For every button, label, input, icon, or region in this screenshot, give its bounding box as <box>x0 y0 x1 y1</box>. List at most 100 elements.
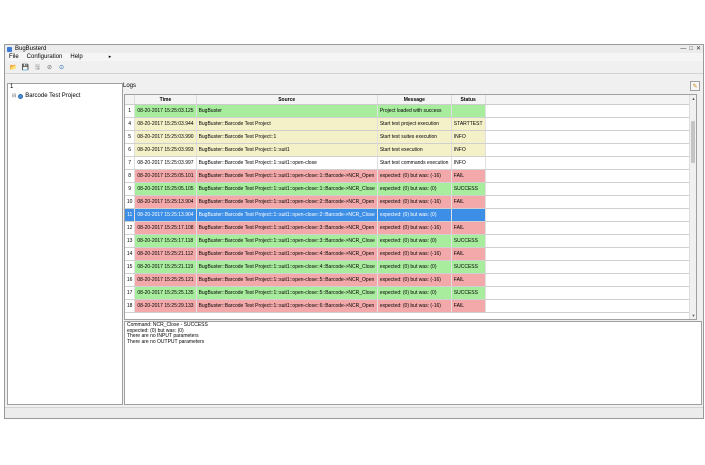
log-cell-message: Project loaded with success <box>377 104 452 118</box>
col-header-status[interactable]: Status <box>451 95 486 105</box>
save-all-icon[interactable]: 🖫 <box>34 64 41 71</box>
log-cell-status: SUCCESS <box>451 260 486 274</box>
log-cell-status: STARTTEST <box>451 117 486 131</box>
run-icon[interactable]: ⊙ <box>58 64 65 71</box>
tree-index: 1 <box>10 84 14 90</box>
log-row[interactable]: 11 08-20-2017 15:25:13.904 BugBuster::Barc… <box>125 208 696 222</box>
log-cell-message: expected: (0) but was: (-16) <box>377 299 452 313</box>
log-cell-time: 08-20-2017 15:25:03.990 <box>134 130 197 144</box>
log-row[interactable]: 18 08-20-2017 15:25:29.133 BugBuster::Barc… <box>125 299 696 313</box>
log-cell-status: FAIL <box>451 195 486 209</box>
log-cell-status <box>451 104 486 118</box>
log-cell-index: 18 <box>125 299 136 313</box>
log-cell-time: 08-20-2017 15:25:03.997 <box>134 156 197 170</box>
tree-node-project[interactable]: ⊟ Barcode Test Project <box>12 93 80 99</box>
status-bar <box>5 407 703 418</box>
log-cell-time: 08-20-2017 15:25:13.904 <box>134 208 197 222</box>
log-cell-index: 13 <box>125 234 136 248</box>
log-cell-message: expected: (0) but was: (0) <box>377 182 452 196</box>
log-row[interactable]: 14 08-20-2017 15:25:21.112 BugBuster::Barc… <box>125 247 696 261</box>
log-row[interactable]: 4 08-20-2017 15:25:03.944 BugBuster::Barco… <box>125 117 696 131</box>
log-row[interactable]: 5 08-20-2017 15:25:03.990 BugBuster::Barco… <box>125 130 696 144</box>
log-row[interactable]: 9 08-20-2017 15:25:05.105 BugBuster::Barco… <box>125 182 696 196</box>
maximize-icon[interactable]: □ <box>689 46 693 52</box>
log-cell-filler <box>485 260 696 274</box>
scroll-down-icon[interactable]: ▼ <box>690 312 696 319</box>
col-header-message[interactable]: Message <box>377 95 452 105</box>
col-header-time[interactable]: Time <box>134 95 197 105</box>
log-cell-message: expected: (0) but was: (-16) <box>377 247 452 261</box>
log-cell-message: Start test commands execution <box>377 156 452 170</box>
log-cell-index: 1 <box>125 104 136 118</box>
log-cell-index: 10 <box>125 195 136 209</box>
log-cell-source: BugBuster::Barcode Test Project::1::suit… <box>196 286 378 300</box>
log-cell-source: BugBuster::Barcode Test Project::1 <box>196 130 378 144</box>
window-title: BugBusterd <box>15 46 47 52</box>
log-cell-message: expected: (0) but was: (0) <box>377 286 452 300</box>
log-row[interactable]: 17 08-20-2017 15:25:25.135 BugBuster::Barc… <box>125 286 696 300</box>
menu-file[interactable]: File <box>9 54 19 60</box>
log-cell-index: 11 <box>125 208 136 222</box>
collapse-icon[interactable]: ⊟ <box>12 93 16 99</box>
main-window: BugBusterd — □ ✕ File Configuration Help… <box>4 44 704 419</box>
log-cell-status: INFO <box>451 156 486 170</box>
log-cell-source: BugBuster::Barcode Test Project::1::suit… <box>196 299 378 313</box>
project-tree: 1 ⊟ Barcode Test Project <box>7 83 123 405</box>
scroll-thumb[interactable] <box>691 121 695 163</box>
save-icon[interactable]: 💾 <box>22 64 29 71</box>
log-cell-message: Start test execution <box>377 143 452 157</box>
log-cell-time: 08-20-2017 15:25:13.904 <box>134 195 197 209</box>
minimize-icon[interactable]: — <box>680 46 686 52</box>
log-cell-index: 15 <box>125 260 136 274</box>
log-cell-index: 9 <box>125 182 136 196</box>
log-cell-source: BugBuster::Barcode Test Project::1::suit… <box>196 195 378 209</box>
log-cell-source: BugBuster::Barcode Test Project <box>196 117 378 131</box>
log-cell-index: 16 <box>125 273 136 287</box>
log-cell-message: expected: (0) but was: (-16) <box>377 273 452 287</box>
logs-grid[interactable]: Time Source Message Status 1 08-20-2017 1… <box>124 94 697 320</box>
log-row[interactable]: 7 08-20-2017 15:25:03.997 BugBuster::Barco… <box>125 156 696 170</box>
log-cell-time: 08-20-2017 15:25:05.101 <box>134 169 197 183</box>
log-row[interactable]: 13 08-20-2017 15:25:17.118 BugBuster::Barc… <box>125 234 696 248</box>
log-cell-time: 08-20-2017 15:25:29.133 <box>134 299 197 313</box>
log-cell-filler <box>485 169 696 183</box>
log-row[interactable]: 12 08-20-2017 15:25:17.108 BugBuster::Barc… <box>125 221 696 235</box>
col-header-source[interactable]: Source <box>196 95 378 105</box>
log-cell-status: FAIL <box>451 247 486 261</box>
toolbar: 📂 💾 🖫 ⊘ ⊙ <box>5 62 703 74</box>
log-row[interactable]: 6 08-20-2017 15:25:03.993 BugBuster::Barco… <box>125 143 696 157</box>
log-cell-index: 5 <box>125 130 136 144</box>
log-cell-source: BugBuster::Barcode Test Project::1::suit… <box>196 208 378 222</box>
log-cell-time: 08-20-2017 15:25:03.944 <box>134 117 197 131</box>
log-cell-time: 08-20-2017 15:25:25.121 <box>134 273 197 287</box>
pencil-icon: ✎ <box>692 83 698 90</box>
log-cell-filler <box>485 104 696 118</box>
log-cell-filler <box>485 117 696 131</box>
command-details-panel: Command: NCR_Close - SUCCESS expected: (… <box>124 321 702 405</box>
log-cell-message: Start test suites execution <box>377 130 452 144</box>
open-folder-icon[interactable]: 📂 <box>10 64 17 71</box>
scroll-up-icon[interactable]: ▲ <box>690 95 696 102</box>
menu-help[interactable]: Help <box>70 54 82 60</box>
log-row[interactable]: 16 08-20-2017 15:25:25.121 BugBuster::Barc… <box>125 273 696 287</box>
log-cell-message: expected: (0) but was: (0) <box>377 260 452 274</box>
log-row[interactable]: 8 08-20-2017 15:25:05.101 BugBuster::Barco… <box>125 169 696 183</box>
stop-icon[interactable]: ⊘ <box>46 64 53 71</box>
menu-configuration[interactable]: Configuration <box>27 54 63 60</box>
log-cell-message: expected: (0) but was: (0) <box>377 208 452 222</box>
log-row[interactable]: 10 08-20-2017 15:25:13.904 BugBuster::Barc… <box>125 195 696 209</box>
log-cell-filler <box>485 247 696 261</box>
log-cell-message: expected: (0) but was: (-16) <box>377 169 452 183</box>
logs-scrollbar[interactable]: ▲ ▼ <box>689 95 696 319</box>
log-cell-index: 12 <box>125 221 136 235</box>
clear-logs-button[interactable]: ✎ <box>690 81 700 91</box>
log-cell-time: 08-20-2017 15:25:25.135 <box>134 286 197 300</box>
close-icon[interactable]: ✕ <box>696 46 701 52</box>
tree-node-label: Barcode Test Project <box>25 93 81 99</box>
log-row[interactable]: 1 08-20-2017 15:25:03.125 BugBuster Project… <box>125 104 696 118</box>
log-cell-filler <box>485 286 696 300</box>
menu-bar: File Configuration Help ▸ <box>5 53 703 61</box>
project-icon <box>18 93 24 99</box>
log-row[interactable]: 15 08-20-2017 15:25:21.119 BugBuster::Barc… <box>125 260 696 274</box>
log-cell-filler <box>485 273 696 287</box>
